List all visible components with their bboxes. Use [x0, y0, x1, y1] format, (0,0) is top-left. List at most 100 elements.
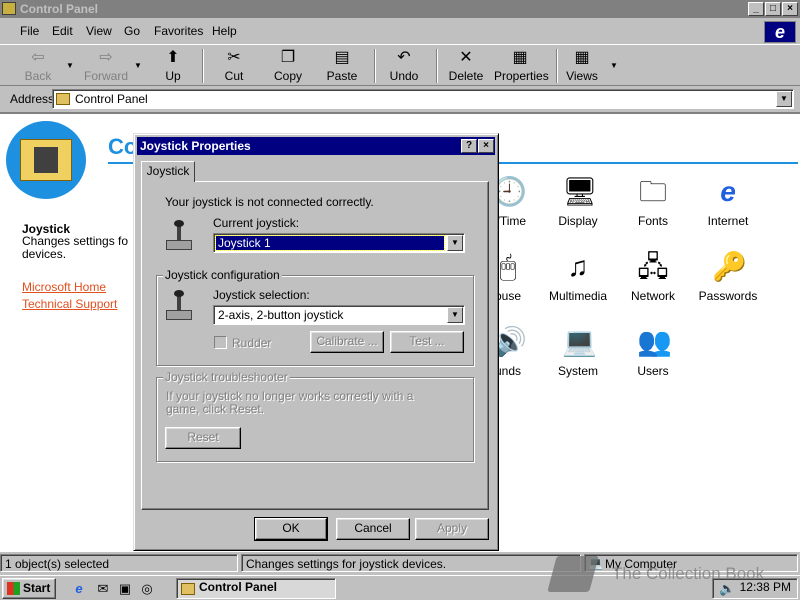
- views-button[interactable]: ▦ Views: [564, 47, 600, 85]
- start-button[interactable]: Start: [2, 578, 56, 599]
- system-tray: 🔈 12:38 PM: [712, 578, 798, 599]
- address-label: Address: [10, 92, 55, 106]
- status-object-count: 1 object(s) selected: [0, 554, 238, 572]
- address-bar: Address Control Panel ▼: [0, 88, 800, 110]
- help-button[interactable]: ?: [461, 139, 477, 153]
- rudder-checkbox[interactable]: [214, 336, 227, 349]
- control-panel-icon: [2, 2, 16, 15]
- forward-arrow-icon: ⇨: [99, 49, 113, 66]
- window-title-bar[interactable]: Control Panel _ □ ×: [0, 0, 800, 18]
- views-dropdown-icon[interactable]: ▼: [610, 61, 618, 70]
- cp-item-users[interactable]: 👥 Users: [619, 326, 687, 378]
- window-title: Control Panel: [20, 2, 99, 16]
- passwords-icon: 🔑: [712, 251, 747, 282]
- cut-button[interactable]: ✂ Cut: [214, 47, 254, 85]
- joystick-selection-select[interactable]: 2-axis, 2-button joystick ▼: [213, 305, 465, 325]
- cp-item-fonts[interactable]: 🗀 Fonts: [619, 176, 687, 228]
- toolbar-separator: [374, 49, 376, 83]
- cp-item-system[interactable]: 💻 System: [544, 326, 612, 378]
- clock[interactable]: 12:38 PM: [740, 580, 791, 594]
- close-button[interactable]: ×: [782, 2, 798, 16]
- control-panel-large-icon: [6, 121, 86, 199]
- menu-help[interactable]: Help: [212, 24, 237, 38]
- chevron-down-icon[interactable]: ▼: [447, 307, 463, 323]
- cancel-button[interactable]: Cancel: [336, 518, 410, 540]
- joystick-selection-value: 2-axis, 2-button joystick: [218, 308, 344, 322]
- delete-x-icon: ✕: [459, 49, 473, 66]
- delete-button[interactable]: ✕ Delete: [446, 47, 486, 85]
- folder-icon: [181, 583, 195, 595]
- network-icon: 🖧: [637, 251, 669, 282]
- test-button[interactable]: Test ...: [390, 331, 464, 353]
- connection-status-text: Your joystick is not connected correctly…: [165, 195, 374, 209]
- quicklaunch-desktop-icon[interactable]: ▣: [116, 580, 134, 597]
- cp-item-internet[interactable]: e Internet: [694, 176, 762, 228]
- copy-button[interactable]: ❐ Copy: [268, 47, 308, 85]
- selected-item-description: Changes settings fo devices.: [22, 234, 129, 261]
- joystick-selection-label: Joystick selection:: [213, 288, 310, 302]
- speaker-icon[interactable]: 🔈: [719, 580, 735, 597]
- quicklaunch-channels-icon[interactable]: ◎: [138, 580, 156, 597]
- maximize-button[interactable]: □: [765, 2, 781, 16]
- clipboard-icon: ▤: [334, 49, 350, 66]
- copy-icon: ❐: [280, 49, 296, 66]
- tab-joystick[interactable]: Joystick: [141, 161, 195, 182]
- folder-icon: [56, 93, 70, 105]
- technical-support-link[interactable]: Technical Support: [22, 297, 117, 311]
- minimize-button[interactable]: _: [748, 2, 764, 16]
- taskbar-control-panel-button[interactable]: Control Panel: [176, 578, 336, 599]
- cp-item-display[interactable]: 🖥 Display: [544, 176, 612, 228]
- back-button[interactable]: ⇦ Back: [20, 47, 56, 85]
- users-icon: 👥: [637, 326, 672, 357]
- menu-file[interactable]: File: [20, 24, 39, 38]
- forward-dropdown-icon[interactable]: ▼: [134, 61, 142, 70]
- up-folder-icon: ⬆: [166, 49, 180, 66]
- troubleshooter-group-label: Joystick troubleshooter: [163, 370, 290, 384]
- rudder-label: Rudder: [232, 336, 272, 350]
- address-dropdown-button[interactable]: ▼: [776, 91, 792, 107]
- current-joystick-label: Current joystick:: [213, 216, 300, 230]
- dialog-close-button[interactable]: ×: [478, 139, 494, 153]
- back-arrow-icon: ⇦: [31, 49, 45, 66]
- cp-item-multimedia[interactable]: ♫ Multimedia: [544, 251, 612, 303]
- status-bar: 1 object(s) selected Changes settings fo…: [0, 553, 800, 573]
- paste-button[interactable]: ▤ Paste: [322, 47, 362, 85]
- chevron-down-icon[interactable]: ▼: [447, 235, 463, 251]
- quicklaunch-outlook-icon[interactable]: ✉: [94, 580, 112, 597]
- forward-button[interactable]: ⇨ Forward: [84, 47, 128, 85]
- toolbar-separator: [556, 49, 558, 83]
- calibrate-button[interactable]: Calibrate ...: [310, 331, 384, 353]
- dialog-title: Joystick Properties: [140, 139, 251, 153]
- menu-favorites[interactable]: Favorites: [154, 24, 203, 38]
- properties-button[interactable]: ▦ Properties: [494, 47, 549, 85]
- address-value: Control Panel: [75, 92, 148, 106]
- undo-button[interactable]: ↶ Undo: [384, 47, 424, 85]
- multimedia-icon: ♫: [567, 251, 589, 282]
- properties-icon: ▦: [512, 49, 528, 66]
- menu-edit[interactable]: Edit: [52, 24, 73, 38]
- troubleshooter-text: If your joystick no longer works correct…: [166, 389, 414, 416]
- joystick-icon: [164, 220, 194, 252]
- microsoft-home-link[interactable]: Microsoft Home: [22, 280, 106, 294]
- joystick-icon: [164, 290, 194, 322]
- undo-icon: ↶: [397, 49, 411, 66]
- system-icon: 💻: [562, 326, 597, 357]
- apply-button[interactable]: Apply: [415, 518, 489, 540]
- up-button[interactable]: ⬆ Up: [156, 47, 190, 85]
- display-icon: 🖥: [562, 176, 598, 207]
- address-input[interactable]: Control Panel ▼: [52, 89, 794, 109]
- current-joystick-select[interactable]: Joystick 1 ▼: [213, 233, 465, 253]
- cp-item-network[interactable]: 🖧 Network: [619, 251, 687, 303]
- dialog-title-bar[interactable]: Joystick Properties ? ×: [137, 137, 495, 155]
- views-grid-icon: ▦: [574, 49, 590, 66]
- cp-item-passwords[interactable]: 🔑 Passwords: [694, 251, 762, 303]
- reset-button[interactable]: Reset: [165, 427, 241, 449]
- ie-logo-icon: e: [764, 21, 796, 43]
- menu-go[interactable]: Go: [124, 24, 140, 38]
- fonts-icon: 🗀: [638, 176, 667, 207]
- status-zone: 💻 My Computer: [584, 554, 798, 572]
- quicklaunch-ie-icon[interactable]: e: [70, 580, 88, 597]
- menu-view[interactable]: View: [86, 24, 112, 38]
- ok-button[interactable]: OK: [254, 517, 328, 541]
- back-dropdown-icon[interactable]: ▼: [66, 61, 74, 70]
